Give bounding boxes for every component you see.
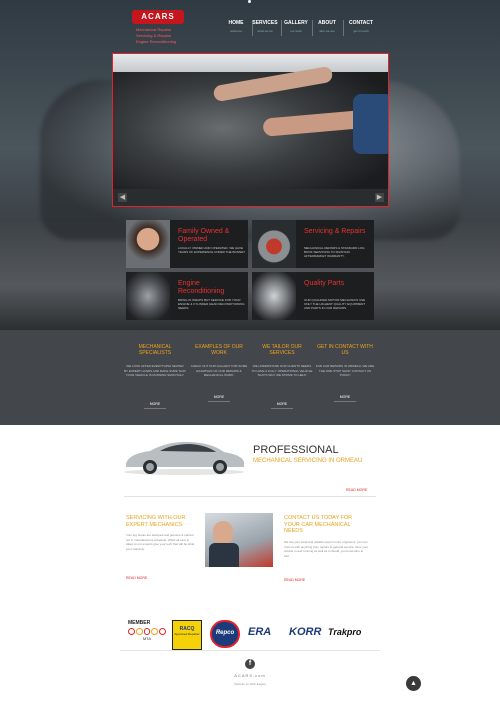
nav-sub: get in touch — [353, 29, 369, 33]
slider-next-button[interactable]: ▶ — [375, 193, 384, 202]
column-text: WE LOOK AFTER EVERYTHING SEATED BY EXPER… — [124, 364, 186, 377]
column-title: EXAMPLES OF OUR WORK — [195, 344, 243, 356]
read-more-link[interactable]: READ MORE — [126, 576, 147, 580]
feature-engine-reconditioning[interactable]: Engine Reconditioning BRING IN WRAPS BUT… — [126, 272, 248, 320]
mta-member-text: MEMBER — [128, 620, 151, 626]
engine-image — [126, 272, 170, 320]
column-examples-of-work: EXAMPLES OF OUR WORK CHECK OUT OUR GALLE… — [188, 344, 250, 378]
column-text: CHECK OUT OUR GALLERY FOR SOME EXAMPLES … — [190, 364, 248, 377]
feature-title: Quality Parts — [304, 280, 345, 287]
more-button[interactable]: MORE — [334, 393, 356, 402]
footer-brand: ACARS.com — [234, 673, 266, 678]
read-more-link[interactable]: READ MORE — [284, 578, 305, 582]
nav-divider — [312, 20, 313, 36]
logo-tagline-3: Engine Reconditioning — [136, 39, 177, 44]
nav-item-contact[interactable]: CONTACT get in touch — [346, 20, 376, 42]
era-text: ERA — [248, 626, 272, 638]
nav-divider — [343, 20, 344, 36]
racq-sub-text: Approved Repairer — [174, 632, 200, 636]
column-tailor-services: WE TAILOR OUR SERVICES WE UNDERSTAND OUR… — [251, 344, 313, 378]
professional-subheading: MECHANICAL SERVICING IN ORMEAU — [253, 458, 363, 464]
feature-text: OUR QUALIFIED MOTOR MECHANICS USE ONLY T… — [304, 298, 366, 310]
logo-tagline-1: Mechanical Repairs — [136, 27, 172, 32]
facebook-icon[interactable]: f — [245, 659, 255, 669]
feature-title: Servicing & Repairs — [304, 228, 366, 235]
servicing-text: Your log books are stamped and genuine &… — [126, 533, 195, 551]
logo-plate: ACARS — [132, 10, 184, 24]
divider — [120, 650, 380, 651]
nav-label: CONTACT — [348, 20, 374, 26]
more-button[interactable]: MORE — [208, 393, 230, 402]
servicing-heading: SERVICING WITH OUR EXPERT MECHANICS — [126, 515, 186, 528]
divider — [124, 496, 376, 497]
column-text: FOR CAR REPAIRS IN ORMEAU, WE ARE THE ON… — [315, 364, 375, 377]
trakpro-text: Trakpro — [328, 627, 362, 637]
nav-item-gallery[interactable]: GALLERY our work — [283, 20, 309, 42]
nav-label: SERVICES — [252, 20, 278, 26]
back-to-top-button[interactable]: ▲ — [406, 676, 421, 691]
era-logo[interactable]: ERA — [248, 620, 282, 648]
nav-sub: what we do — [257, 29, 273, 33]
nav-active-indicator — [248, 0, 251, 3]
nav-item-about[interactable]: ABOUT who we are — [314, 20, 340, 42]
feature-family-owned[interactable]: Family Owned & Operated LOCALLY OWNED AN… — [126, 220, 248, 268]
brake-disc-image — [252, 220, 296, 268]
more-button[interactable]: MORE — [144, 400, 166, 409]
feature-title: Family Owned & Operated — [178, 228, 230, 243]
car-body-image — [113, 54, 388, 72]
trakpro-logo[interactable]: Trakpro — [328, 620, 368, 648]
nav-item-services[interactable]: SERVICES what we do — [252, 20, 278, 42]
services-band — [0, 330, 500, 425]
mta-rings — [128, 628, 166, 635]
nav-divider — [281, 20, 282, 36]
feature-text: BRING IN WRAPS BUT SERVICE FOR YOUR ENGI… — [178, 298, 245, 310]
nav-label: GALLERY — [284, 20, 308, 26]
nav-sub: welcome — [230, 29, 242, 33]
mechanic-portrait-image — [126, 220, 170, 268]
feature-quality-parts[interactable]: Quality Parts OUR QUALIFIED MOTOR MECHAN… — [252, 272, 374, 320]
mta-logo[interactable]: MEMBER MTA — [128, 620, 166, 648]
nav-item-home[interactable]: HOME welcome — [222, 20, 250, 42]
feature-text: LOCALLY OWNED AND OPERATED. WE HAVE YEAR… — [178, 246, 246, 254]
column-title: WE TAILOR OUR SERVICES — [262, 344, 302, 356]
nav-label: ABOUT — [318, 20, 336, 26]
mta-text: MTA — [142, 636, 152, 641]
site-logo[interactable]: ACARS Mechanical Repairs Servicing & Rep… — [132, 10, 184, 50]
professional-heading: PROFESSIONAL — [253, 444, 339, 456]
read-more-link[interactable]: READ MORE — [346, 488, 367, 492]
nav-label: HOME — [228, 20, 244, 26]
repco-text: Repco — [215, 630, 235, 636]
feature-text: MECHANICAL REPAIRS & STANDARD LOG BOOK S… — [304, 246, 365, 258]
parts-image — [252, 272, 296, 320]
feature-servicing-repairs[interactable]: Servicing & Repairs MECHANICAL REPAIRS &… — [252, 220, 374, 268]
column-text: WE UNDERSTAND OUR CLIENTS NEEDS TO HAVE … — [251, 364, 313, 377]
mechanic-sleeve-image — [353, 94, 388, 154]
repco-logo[interactable]: Repco — [210, 620, 240, 648]
nav-sub: who we are — [319, 29, 335, 33]
contact-text: We are your local and reliable expert mo… — [284, 540, 369, 558]
more-button[interactable]: MORE — [271, 400, 293, 409]
nav-sub: our work — [290, 29, 302, 33]
column-get-in-contact: GET IN CONTACT WITH US FOR CAR REPAIRS I… — [314, 344, 376, 378]
racq-logo[interactable]: RACQ Approved Repairer — [172, 620, 202, 650]
korr-logo[interactable]: KORR — [289, 620, 323, 648]
korr-text: KORR — [289, 626, 322, 638]
footer-credit[interactable]: Website by Web Eagles — [200, 682, 300, 686]
mechanic-photo — [205, 513, 273, 567]
image-slider[interactable]: ◀ ▶ — [112, 53, 389, 207]
column-title: MECHANICAL SPECIALISTS — [138, 344, 172, 356]
column-title: GET IN CONTACT WITH US — [317, 344, 373, 356]
column-mechanical-specialists: MECHANICAL SPECIALISTS WE LOOK AFTER EVE… — [124, 344, 186, 378]
contact-heading: CONTACT US TODAY FOR YOUR CAR MECHANICAL… — [284, 515, 353, 534]
slider-control-bar — [113, 189, 388, 206]
logo-tagline-2: Servicing & Repairs — [136, 33, 172, 38]
silver-car-image — [124, 441, 244, 475]
slider-prev-button[interactable]: ◀ — [118, 193, 127, 202]
feature-title: Engine Reconditioning — [178, 280, 225, 295]
